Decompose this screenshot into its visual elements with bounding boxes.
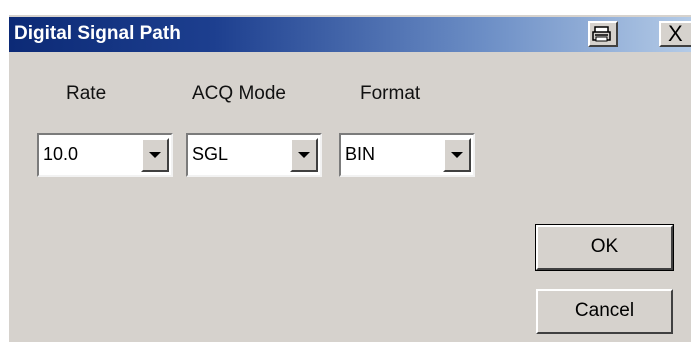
close-button[interactable]: X [659,21,691,47]
rate-select[interactable]: 10.0 [37,133,173,177]
rate-dropdown-button[interactable] [141,138,169,172]
acq-mode-label: ACQ Mode [192,83,286,104]
format-value: BIN [345,144,376,164]
acq-mode-select[interactable]: SGL [186,133,322,177]
acq-mode-value: SGL [192,144,229,164]
chevron-down-icon [451,152,463,158]
dialog-window: Digital Signal Path X Rate 10.0 ACQ Mode… [8,14,691,342]
chevron-down-icon [298,152,310,158]
rate-value: 10.0 [43,144,79,164]
printer-icon [592,26,611,42]
format-select[interactable]: BIN [339,133,475,177]
chevron-down-icon [149,152,161,158]
print-button[interactable] [588,21,618,47]
title-bar[interactable]: Digital Signal Path X [9,17,691,52]
ok-button[interactable]: OK [535,224,674,271]
cancel-button[interactable]: Cancel [536,289,673,334]
window-title: Digital Signal Path [14,23,181,44]
format-dropdown-button[interactable] [443,138,471,172]
acq-mode-dropdown-button[interactable] [290,138,318,172]
rate-label: Rate [66,83,107,104]
format-label: Format [360,83,421,104]
close-icon: X [668,21,683,46]
